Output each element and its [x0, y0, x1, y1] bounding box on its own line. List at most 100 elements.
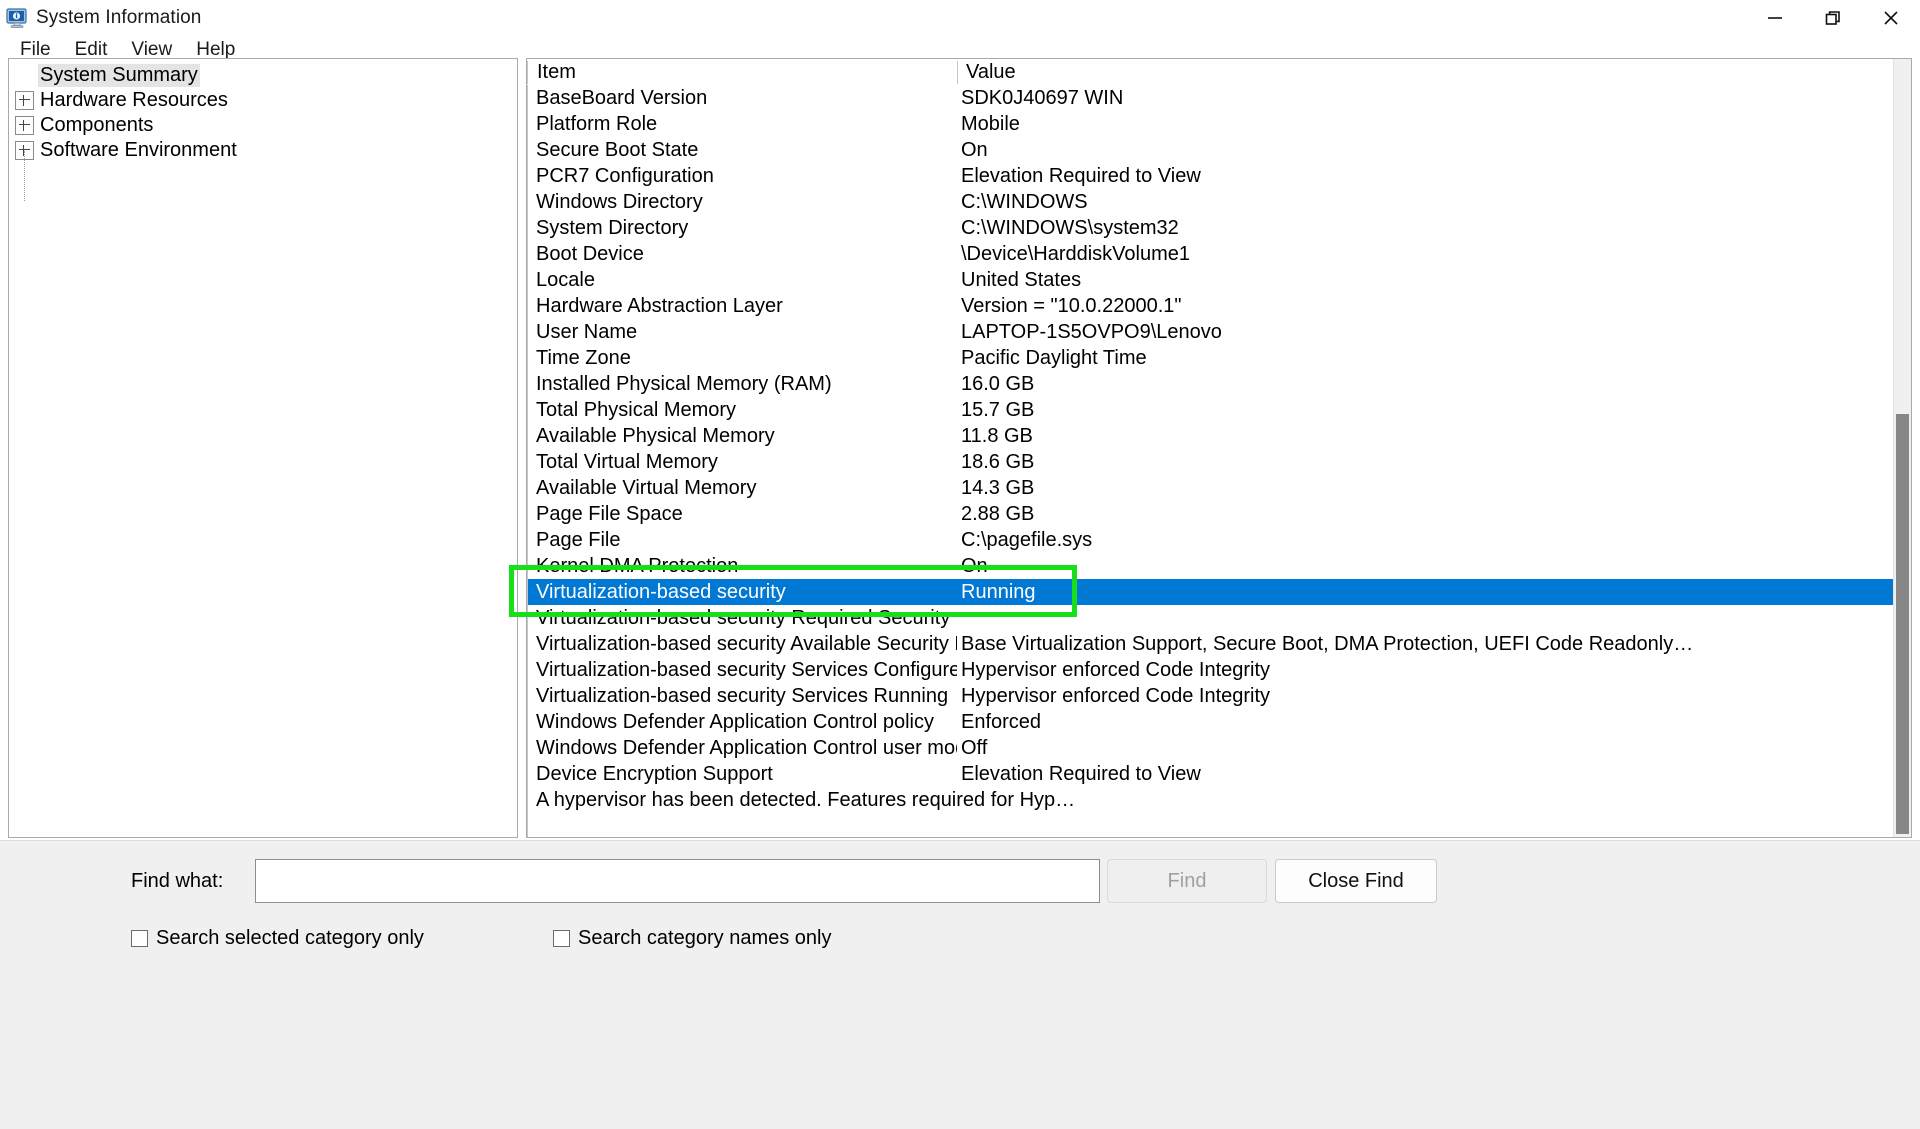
- window-title: System Information: [36, 7, 202, 28]
- table-row[interactable]: Device Encryption Support Elevation Requi…: [527, 761, 1894, 787]
- cell-item: Page File Space: [536, 502, 683, 525]
- cell-value: C:\pagefile.sys: [961, 528, 1093, 551]
- table-row[interactable]: Total Physical Memory 15.7 GB: [527, 397, 1894, 423]
- cell-item: A hypervisor has been detected. Features…: [536, 788, 1076, 811]
- search-category-names-checkbox-row[interactable]: Search category names only: [553, 927, 831, 950]
- checkbox-icon[interactable]: [131, 930, 148, 947]
- cell-item: Hardware Abstraction Layer: [536, 294, 783, 317]
- cell-value: \Device\HarddiskVolume1: [961, 242, 1190, 265]
- cell-value: On: [961, 138, 988, 161]
- table-row[interactable]: Platform Role Mobile: [527, 111, 1894, 137]
- cell-value: SDK0J40697 WIN: [961, 86, 1124, 109]
- cell-value: Running: [961, 580, 1036, 603]
- close-find-button[interactable]: Close Find: [1275, 859, 1437, 903]
- table-row[interactable]: A hypervisor has been detected. Features…: [527, 787, 1894, 813]
- detail-list[interactable]: Item Value BaseBoard Version SDK0J40697 WIN…: [527, 59, 1894, 837]
- cell-item: Windows Directory: [536, 190, 703, 213]
- tree-item-label: System Summary: [38, 64, 200, 87]
- cell-item: BaseBoard Version: [536, 86, 708, 109]
- table-row[interactable]: PCR7 Configuration Elevation Required to …: [527, 163, 1894, 189]
- cell-item: Virtualization-based security Services R…: [536, 684, 949, 707]
- find-button[interactable]: Find: [1107, 859, 1267, 903]
- scrollbar-thumb[interactable]: [1896, 414, 1909, 834]
- cell-item: Virtualization-based security: [536, 580, 786, 603]
- main-split: System Summary Hardware Resources Componen…: [8, 58, 1912, 838]
- checkbox-icon[interactable]: [553, 930, 570, 947]
- cell-value: Version = "10.0.22000.1": [961, 294, 1182, 317]
- tree-item-software-environment[interactable]: Software Environment: [9, 138, 517, 163]
- table-row[interactable]: Total Virtual Memory 18.6 GB: [527, 449, 1894, 475]
- table-row[interactable]: Secure Boot State On: [527, 137, 1894, 163]
- cell-value: C:\WINDOWS\system32: [961, 216, 1179, 239]
- table-row[interactable]: Available Virtual Memory 14.3 GB: [527, 475, 1894, 501]
- title-bar: System Information: [0, 0, 1920, 36]
- find-input[interactable]: [255, 859, 1100, 903]
- expand-plus-icon[interactable]: [15, 116, 34, 135]
- search-selected-category-checkbox-row[interactable]: Search selected category only: [131, 927, 424, 950]
- cell-value: LAPTOP-1S5OVPO9\Lenovo: [961, 320, 1222, 343]
- column-header-value[interactable]: Value: [957, 60, 1894, 84]
- cell-value: 18.6 GB: [961, 450, 1035, 473]
- table-row[interactable]: Time Zone Pacific Daylight Time: [527, 345, 1894, 371]
- category-tree[interactable]: System Summary Hardware Resources Componen…: [8, 58, 518, 838]
- cell-value: Pacific Daylight Time: [961, 346, 1147, 369]
- table-row[interactable]: Available Physical Memory 11.8 GB: [527, 423, 1894, 449]
- expand-plus-icon[interactable]: [15, 91, 34, 110]
- cell-item: Available Physical Memory: [536, 424, 775, 447]
- tree-item-system-summary[interactable]: System Summary: [9, 63, 517, 88]
- tree-item-label: Hardware Resources: [40, 89, 228, 111]
- cell-item: Total Virtual Memory: [536, 450, 718, 473]
- cell-item: Platform Role: [536, 112, 658, 135]
- cell-item: Locale: [536, 268, 595, 291]
- cell-value: 14.3 GB: [961, 476, 1035, 499]
- cell-value: Elevation Required to View: [961, 164, 1201, 187]
- tree-item-components[interactable]: Components: [9, 113, 517, 138]
- close-icon: [1884, 11, 1898, 25]
- system-information-icon: [6, 7, 28, 29]
- table-row[interactable]: Virtualization-based security Services R…: [527, 683, 1894, 709]
- table-row[interactable]: Virtualization-based security Services C…: [527, 657, 1894, 683]
- cell-value: C:\WINDOWS: [961, 190, 1088, 213]
- table-row[interactable]: Virtualization-based security Required S…: [527, 605, 1894, 631]
- table-row[interactable]: Virtualization-based security Available …: [527, 631, 1894, 657]
- detail-list-panel[interactable]: Item Value BaseBoard Version SDK0J40697 WIN…: [526, 58, 1912, 838]
- table-row[interactable]: Kernel DMA Protection On: [527, 553, 1894, 579]
- restore-button[interactable]: [1804, 0, 1862, 36]
- cell-item: Boot Device: [536, 242, 644, 265]
- find-bar: Find what: Find Close Find Search select…: [0, 840, 1920, 1129]
- table-row[interactable]: Hardware Abstraction Layer Version = "10.…: [527, 293, 1894, 319]
- table-row[interactable]: Virtualization-based security Running: [527, 579, 1894, 605]
- cell-value: Enforced: [961, 710, 1042, 733]
- cell-item: Device Encryption Support: [536, 762, 773, 785]
- cell-value: 11.8 GB: [961, 424, 1033, 447]
- cell-item: PCR7 Configuration: [536, 164, 714, 187]
- cell-value: Hypervisor enforced Code Integrity: [961, 684, 1271, 707]
- table-row[interactable]: Windows Defender Application Control use…: [527, 735, 1894, 761]
- table-row[interactable]: Page File Space 2.88 GB: [527, 501, 1894, 527]
- cell-item: Time Zone: [536, 346, 631, 369]
- table-row[interactable]: Page File C:\pagefile.sys: [527, 527, 1894, 553]
- table-row[interactable]: Windows Directory C:\WINDOWS: [527, 189, 1894, 215]
- cell-item: Kernel DMA Protection: [536, 554, 739, 577]
- close-button[interactable]: [1862, 0, 1920, 36]
- table-row[interactable]: BaseBoard Version SDK0J40697 WIN: [527, 85, 1894, 111]
- tree-item-label: Software Environment: [40, 139, 237, 161]
- vertical-scrollbar[interactable]: [1893, 59, 1911, 837]
- table-row[interactable]: Installed Physical Memory (RAM) 16.0 GB: [527, 371, 1894, 397]
- search-selected-category-label: Search selected category only: [156, 927, 424, 949]
- tree-item-hardware-resources[interactable]: Hardware Resources: [9, 88, 517, 113]
- cell-item: Total Physical Memory: [536, 398, 737, 421]
- minimize-button[interactable]: [1746, 0, 1804, 36]
- table-row[interactable]: User Name LAPTOP-1S5OVPO9\Lenovo: [527, 319, 1894, 345]
- table-row[interactable]: Locale United States: [527, 267, 1894, 293]
- cell-value: 15.7 GB: [961, 398, 1035, 421]
- cell-value: Hypervisor enforced Code Integrity: [961, 658, 1271, 681]
- cell-item: Windows Defender Application Control use…: [536, 736, 957, 759]
- table-row[interactable]: System Directory C:\WINDOWS\system32: [527, 215, 1894, 241]
- column-header-item[interactable]: Item: [527, 60, 957, 84]
- table-row[interactable]: Windows Defender Application Control pol…: [527, 709, 1894, 735]
- cell-value: Base Virtualization Support, Secure Boot…: [961, 632, 1694, 655]
- table-row[interactable]: Boot Device \Device\HarddiskVolume1: [527, 241, 1894, 267]
- search-category-names-label: Search category names only: [578, 927, 832, 949]
- cell-item: Available Virtual Memory: [536, 476, 757, 499]
